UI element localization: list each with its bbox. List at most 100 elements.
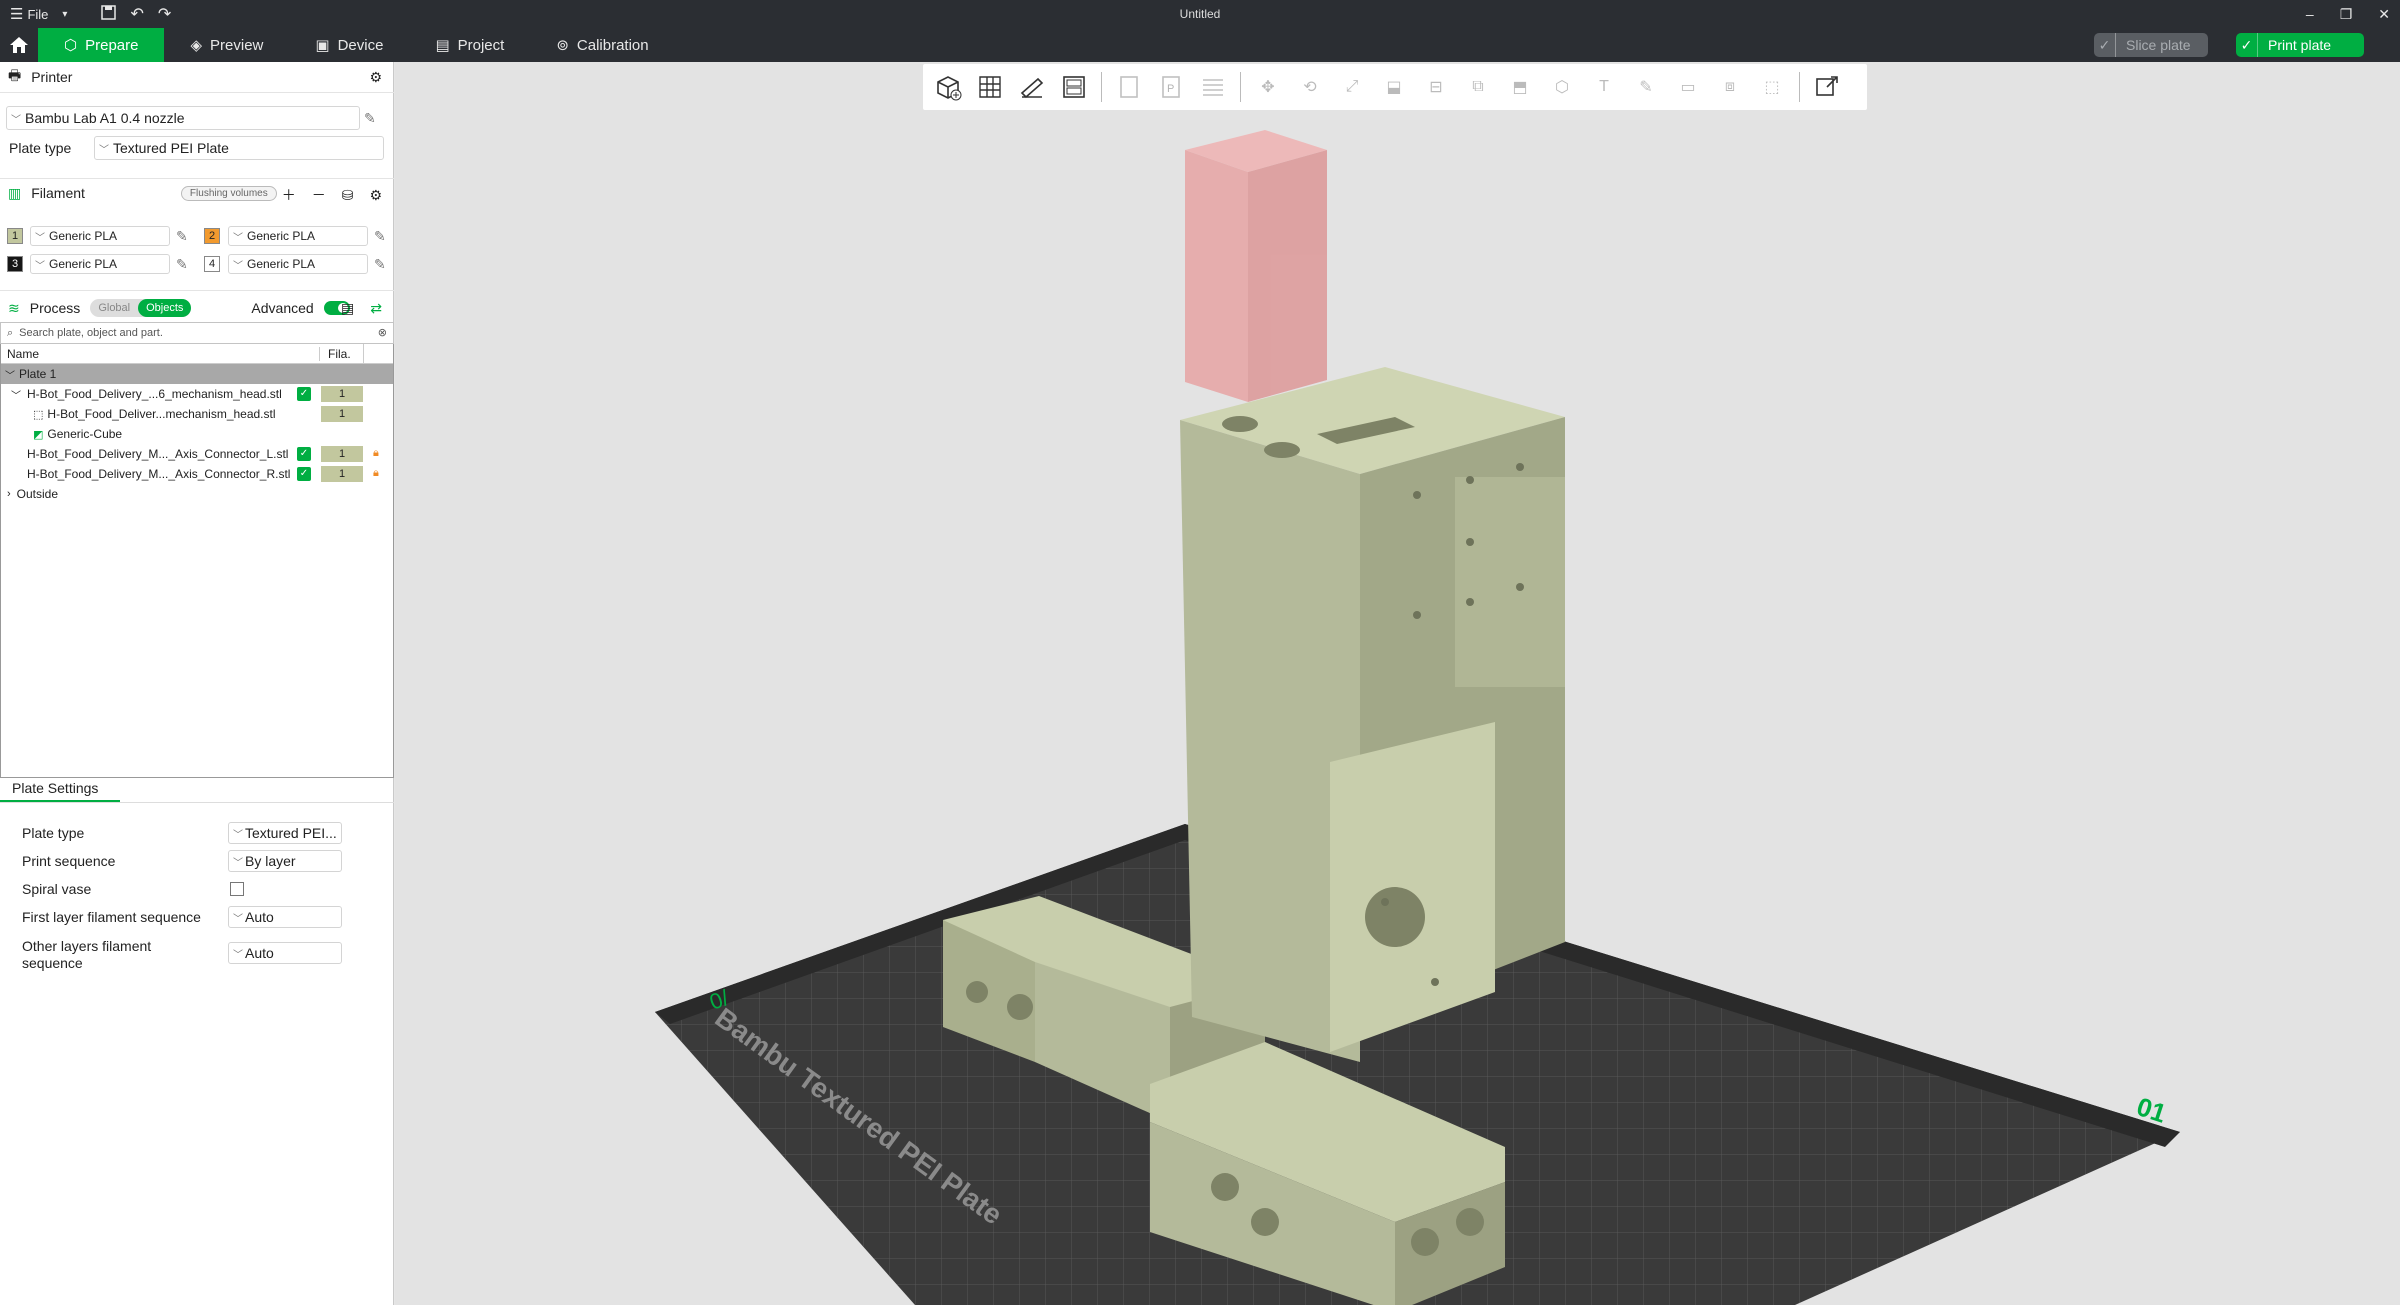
col-name-header[interactable]: Name [1,347,39,361]
collapse-chevron-icon[interactable]: ﹀ [5,367,15,382]
generic-cube-modifier[interactable] [1185,130,1327,402]
close-icon[interactable]: ✕ [2378,6,2390,23]
lock-icon[interactable]: 🔒︎ [373,447,385,461]
scene-canvas[interactable]: 0/ 01 Bambu Textured PEI Plate [395,62,2400,1305]
split-parts-icon[interactable]: P [1154,70,1188,104]
object-search-field[interactable]: ⌕ Search plate, object and part. ⊗ [0,322,394,344]
outside-row[interactable]: › Outside [1,484,393,504]
split-objects-icon[interactable] [1112,70,1146,104]
filament-slot-2-badge[interactable]: 2 [204,228,220,244]
object-row-4-fila[interactable]: 1 [321,446,363,462]
tab-preview[interactable]: ◈ Preview [164,28,289,62]
object-row-2-fila[interactable]: 1 [321,406,363,422]
3d-viewport[interactable]: 0/ 01 Bambu Textured PEI Plate P ✥ ⟲ ⤢ ⬓… [395,62,2400,1305]
filament-sync-icon[interactable]: ⛁ [342,187,354,204]
assembly-icon[interactable]: ⧈ [1713,70,1747,104]
ps-other-layers-select[interactable]: ﹀ Auto [228,942,342,964]
support-paint-icon[interactable]: ⬒ [1503,70,1537,104]
scale-icon[interactable]: ⤢ [1335,70,1369,104]
process-layers-icon: ≋ [8,299,20,316]
boolean-icon[interactable]: ⧉ [1461,70,1495,104]
object-row-1-fila[interactable]: 1 [321,386,363,402]
collapse-chevron-icon[interactable]: ﹀ [11,387,21,402]
auto-orient-icon[interactable] [1015,70,1049,104]
add-object-icon[interactable] [931,70,965,104]
filament-slot-4-badge[interactable]: 4 [204,256,220,272]
add-filament-icon[interactable]: ＋ [282,185,296,205]
filament-slot-4-select[interactable]: ﹀ Generic PLA [228,254,368,274]
ps-plate-type-select[interactable]: ﹀ Textured PEI... [228,822,342,844]
object-row-4-visible-checkbox[interactable]: ✓ [297,447,311,461]
slice-plate-button[interactable]: ✓ Slice plate [2094,33,2208,57]
ps-print-sequence-select[interactable]: ﹀ By layer [228,850,342,872]
mechanism-head-model[interactable] [1180,367,1565,1062]
tab-device[interactable]: ▣ Device [289,28,409,62]
lay-on-face-icon[interactable]: ⬓ [1377,70,1411,104]
printer-select[interactable]: ﹀ Bambu Lab A1 0.4 nozzle [6,106,360,130]
process-compare-icon[interactable]: ⇄ [370,300,382,317]
clear-search-icon[interactable]: ⊗ [378,326,387,339]
measure-icon[interactable]: ▭ [1671,70,1705,104]
chevron-down-icon: ﹀ [35,260,45,272]
filament-slot-1-badge[interactable]: 1 [7,228,23,244]
filament-slot-3-select[interactable]: ﹀ Generic PLA [30,254,170,274]
variable-layer-icon[interactable] [1196,70,1230,104]
arrange-icon[interactable] [1057,70,1091,104]
simplify-icon[interactable]: ⬚ [1755,70,1789,104]
object-row-5-visible-checkbox[interactable]: ✓ [297,467,311,481]
object-row-4[interactable]: H-Bot_Food_Delivery_M..._Axis_Connector_… [1,444,393,464]
printer-edit-icon[interactable]: ✎ [364,110,380,126]
text-icon[interactable]: T [1587,70,1621,104]
plate-row[interactable]: ﹀ Plate 1 [1,364,393,384]
process-objects-option[interactable]: Objects [138,299,192,317]
object-row-1[interactable]: ﹀ H-Bot_Food_Delivery_...6_mechanism_hea… [1,384,393,404]
view-settings-icon[interactable] [1810,70,1844,104]
plate-type-select[interactable]: ﹀ Textured PEI Plate [94,136,384,160]
filament-settings-gear-icon[interactable]: ⚙ [369,187,382,204]
filament-slot-1-edit-icon[interactable]: ✎ [176,228,192,244]
col-fila-header[interactable]: Fila. [319,347,351,361]
lock-icon[interactable]: 🔒︎ [373,467,385,481]
add-plate-icon[interactable] [973,70,1007,104]
filament-slot-4-edit-icon[interactable]: ✎ [374,256,390,272]
seam-paint-icon[interactable]: ⬡ [1545,70,1579,104]
filament-slot-3-edit-icon[interactable]: ✎ [176,256,192,272]
move-icon[interactable]: ✥ [1251,70,1285,104]
process-global-option[interactable]: Global [90,299,138,317]
ps-print-sequence-value: By layer [245,853,296,869]
rotate-icon[interactable]: ⟲ [1293,70,1327,104]
tab-calibration[interactable]: ⊚ Calibration [530,28,674,62]
ps-first-layer-select[interactable]: ﹀ Auto [228,906,342,928]
filament-slot-2-edit-icon[interactable]: ✎ [374,228,390,244]
filament-slot-3-badge[interactable]: 3 [7,256,23,272]
object-row-5[interactable]: H-Bot_Food_Delivery_M..._Axis_Connector_… [1,464,393,484]
object-row-5-fila[interactable]: 1 [321,466,363,482]
home-button[interactable] [0,28,38,62]
expand-chevron-icon[interactable]: › [7,488,11,500]
object-row-2[interactable]: ⬚ H-Bot_Food_Deliver...mechanism_head.st… [1,404,393,424]
flushing-volumes-button[interactable]: Flushing volumes [180,185,277,201]
filament-slot-1-select[interactable]: ﹀ Generic PLA [30,226,170,246]
cut-icon[interactable]: ⊟ [1419,70,1453,104]
object-row-3[interactable]: ◩ Generic-Cube [1,424,393,444]
print-plate-button[interactable]: ✓ Print plate [2236,33,2364,57]
object-row-1-visible-checkbox[interactable]: ✓ [297,387,311,401]
slice-dropdown-icon[interactable]: ✓ [2094,33,2116,57]
tab-prepare[interactable]: ⬡ Prepare [38,28,165,62]
object-list: Name Fila. ﹀ Plate 1 ﹀ H-Bot_Food_Delive… [0,344,394,778]
print-dropdown-icon[interactable]: ✓ [2236,33,2258,57]
plate-settings-title[interactable]: Plate Settings [12,780,98,796]
ps-print-sequence-label: Print sequence [22,853,116,869]
filament-slot-2-select[interactable]: ﹀ Generic PLA [228,226,368,246]
remove-filament-icon[interactable]: － [312,185,326,205]
minimize-icon[interactable]: – [2306,6,2314,22]
ps-spiral-vase-checkbox[interactable] [230,882,244,896]
prepare-cube-icon: ⬡ [64,37,78,54]
restore-icon[interactable]: ❐ [2340,6,2353,23]
printer-settings-gear-icon[interactable]: ⚙ [369,69,382,86]
process-scope-toggle[interactable]: Global Objects [90,299,192,317]
object-row-2-name: H-Bot_Food_Deliver...mechanism_head.stl [47,407,276,421]
tab-project[interactable]: ▤ Project [409,28,530,62]
process-list-icon[interactable]: ▤ [341,300,354,317]
color-paint-icon[interactable]: ✎ [1629,70,1663,104]
